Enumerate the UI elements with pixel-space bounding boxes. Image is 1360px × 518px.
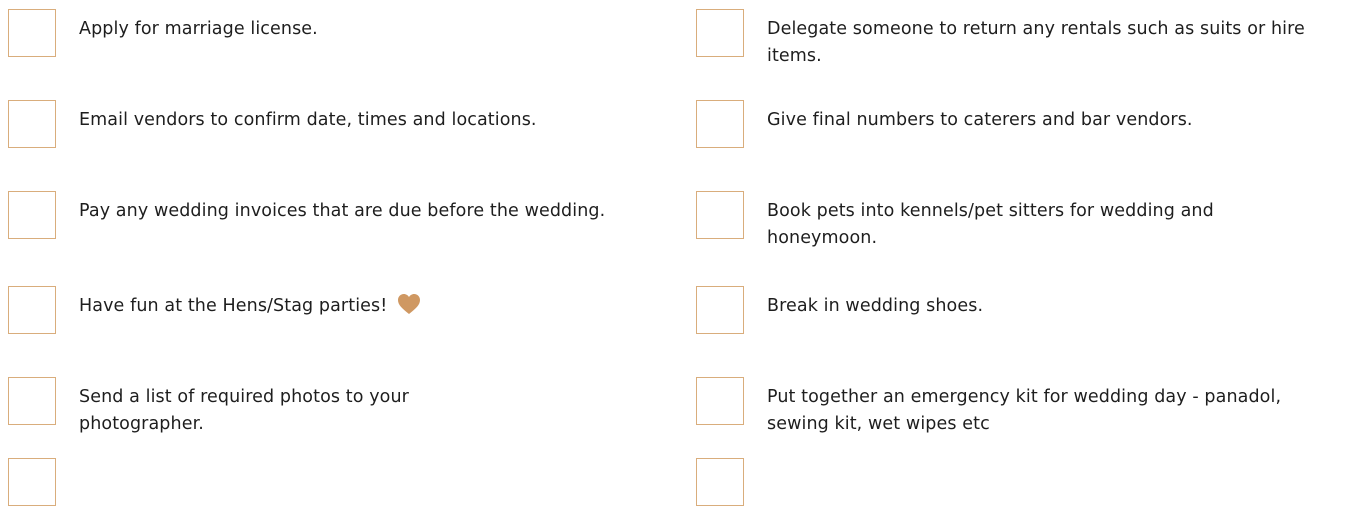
checkbox[interactable]: [696, 458, 744, 506]
checklist-item: Delegate someone to return any rentals s…: [696, 9, 1360, 69]
checklist-item-label: Pay any wedding invoices that are due be…: [79, 201, 606, 221]
checkbox[interactable]: [696, 286, 744, 334]
checklist-item: [8, 458, 668, 518]
checklist-item: Have fun at the Hens/Stag parties!: [8, 286, 668, 346]
checkbox[interactable]: [696, 9, 744, 57]
checkbox[interactable]: [8, 286, 56, 334]
heart-icon: [398, 294, 421, 314]
checkbox[interactable]: [696, 100, 744, 148]
checklist-item-label: Email vendors to confirm date, times and…: [79, 110, 537, 130]
checkbox[interactable]: [8, 458, 56, 506]
checklist-item-label: Apply for marriage license.: [79, 19, 318, 39]
checklist-item-label: Book pets into kennels/pet sitters for w…: [767, 201, 1214, 248]
checkbox[interactable]: [696, 377, 744, 425]
checkbox[interactable]: [8, 377, 56, 425]
checklist-item: Book pets into kennels/pet sitters for w…: [696, 191, 1360, 251]
checklist-item: Pay any wedding invoices that are due be…: [8, 191, 668, 251]
checkbox[interactable]: [8, 191, 56, 239]
checkbox[interactable]: [8, 100, 56, 148]
checklist-item: Send a list of required photos to your p…: [8, 377, 668, 437]
checklist-item-label: Send a list of required photos to your p…: [79, 387, 409, 434]
checklist-item-label: Delegate someone to return any rentals s…: [767, 19, 1305, 66]
checklist-item: Break in wedding shoes.: [696, 286, 1360, 346]
checklist-item: Apply for marriage license.: [8, 9, 668, 69]
checkbox[interactable]: [8, 9, 56, 57]
checklist-item-label: Break in wedding shoes.: [767, 296, 984, 316]
checklist-item: Email vendors to confirm date, times and…: [8, 100, 668, 160]
checklist-item: Give final numbers to caterers and bar v…: [696, 100, 1360, 160]
checklist-item-label: Have fun at the Hens/Stag parties!: [79, 296, 388, 316]
checkbox[interactable]: [696, 191, 744, 239]
checklist-item-label: Give final numbers to caterers and bar v…: [767, 110, 1193, 130]
checklist-item-label: Put together an emergency kit for weddin…: [767, 387, 1282, 434]
checklist-item: Put together an emergency kit for weddin…: [696, 377, 1360, 437]
checklist-item: [696, 458, 1360, 518]
checklist-item-label-row: Have fun at the Hens/Stag parties!: [79, 293, 668, 320]
